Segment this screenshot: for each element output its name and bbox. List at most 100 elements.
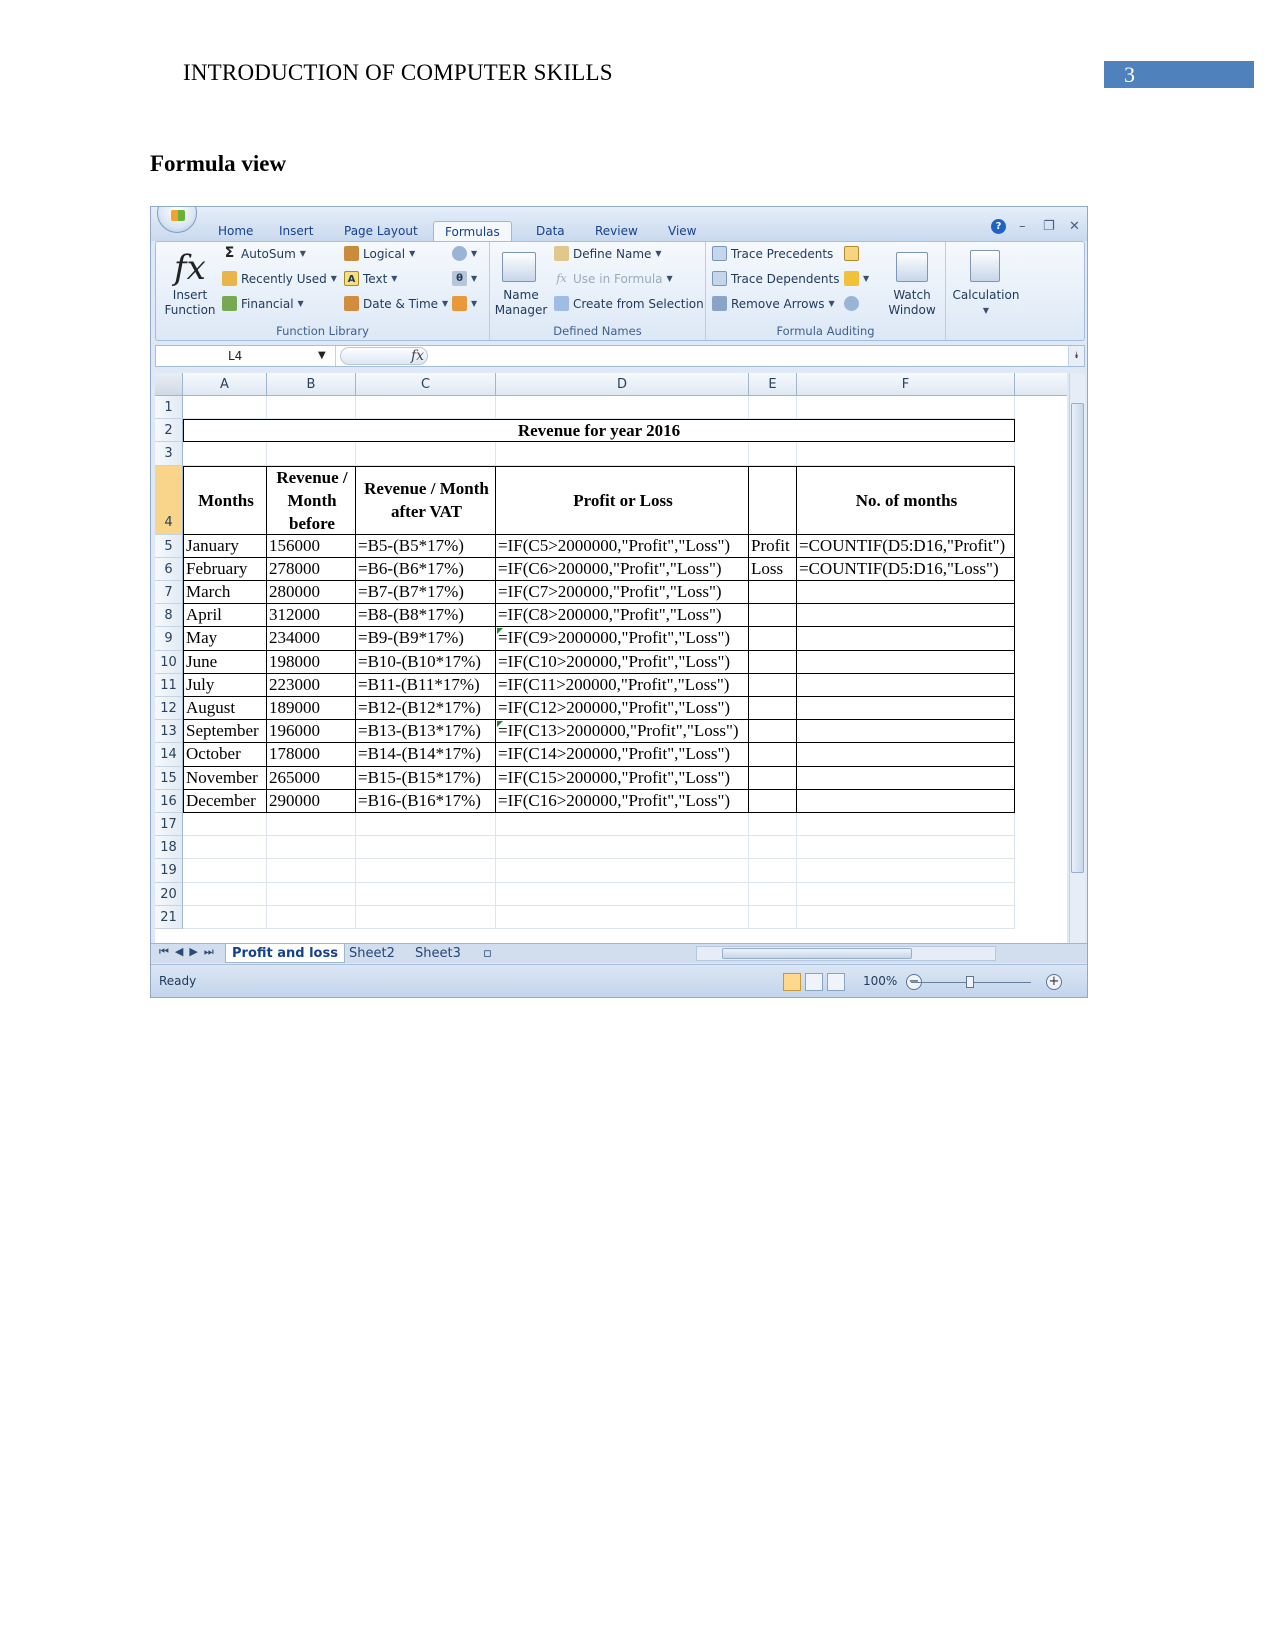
count-cell[interactable] [797,789,1015,813]
cell-b19[interactable] [267,859,356,883]
expand-formula-bar-icon[interactable]: ⯯ [1068,346,1084,366]
cell-e1[interactable] [749,396,797,420]
month-cell[interactable]: December [183,789,267,813]
tab-review[interactable]: Review [584,221,649,241]
row-header-7[interactable]: 7 [155,581,183,605]
after-vat-cell[interactable]: =B15-(B15*17%) [356,766,496,790]
help-icon[interactable]: ? [991,219,1006,234]
result-cell[interactable] [749,673,797,697]
after-vat-cell[interactable]: =B9-(B9*17%) [356,627,496,651]
financial-button[interactable]: Financial ▼ [222,296,304,311]
header-revenue-before[interactable]: Revenue / Month before [267,465,356,535]
sheet-tab-sheet2[interactable]: Sheet2 [343,944,401,963]
cell-f18[interactable] [797,836,1015,860]
zoom-level[interactable]: 100% [863,974,897,988]
cell-b3[interactable] [267,442,356,466]
minimize-icon[interactable]: – [1019,219,1026,234]
revenue-cell[interactable]: 223000 [267,673,356,697]
cell-c1[interactable] [356,396,496,420]
count-cell[interactable] [797,650,1015,674]
tab-view[interactable]: View [657,221,707,241]
profit-loss-cell[interactable]: =IF(C9>2000000,"Profit","Loss") [496,627,749,651]
normal-view-icon[interactable] [783,973,801,991]
cell-d3[interactable] [496,442,749,466]
column-header-c[interactable]: C [356,373,496,396]
cell-e3[interactable] [749,442,797,466]
row-header-8[interactable]: 8 [155,604,183,628]
name-manager-button[interactable]: Name Manager [492,288,550,318]
count-cell[interactable] [797,766,1015,790]
revenue-cell[interactable]: 280000 [267,581,356,605]
cell-f1[interactable] [797,396,1015,420]
tab-home[interactable]: Home [207,221,264,241]
cell-a21[interactable] [183,905,267,929]
remove-arrows-button[interactable]: Remove Arrows ▼ [712,296,835,311]
column-header-f[interactable]: F [797,373,1015,396]
count-cell[interactable]: =COUNTIF(D5:D16,"Profit") [797,534,1015,558]
after-vat-cell[interactable]: =B7-(B7*17%) [356,581,496,605]
header-e[interactable] [749,465,797,535]
cell-b17[interactable] [267,813,356,837]
horizontal-scroll-thumb[interactable] [722,948,912,959]
error-indicator-icon[interactable] [497,628,503,635]
cell-f21[interactable] [797,905,1015,929]
count-cell[interactable]: =COUNTIF(D5:D16,"Loss") [797,557,1015,581]
vertical-scroll-thumb[interactable] [1071,403,1084,873]
cell-d19[interactable] [496,859,749,883]
cell-f3[interactable] [797,442,1015,466]
result-cell[interactable] [749,766,797,790]
worksheet-grid[interactable]: A B C D E F 1 2 3 4 5 6 7 8 9 10 11 12 13 14 15 16 17 18 19 20 21 R… [155,373,1067,943]
cell-e21[interactable] [749,905,797,929]
header-months[interactable]: Months [183,465,267,535]
watch-window-button[interactable]: Watch Window [882,288,942,318]
row-header-18[interactable]: 18 [155,836,183,860]
tab-insert[interactable]: Insert [268,221,324,241]
revenue-cell[interactable]: 312000 [267,604,356,628]
profit-loss-cell[interactable]: =IF(C7>200000,"Profit","Loss") [496,581,749,605]
after-vat-cell[interactable]: =B8-(B8*17%) [356,604,496,628]
vertical-scrollbar[interactable] [1069,373,1085,943]
after-vat-cell[interactable]: =B14-(B14*17%) [356,743,496,767]
profit-loss-cell[interactable]: =IF(C10>200000,"Profit","Loss") [496,650,749,674]
result-cell[interactable] [749,650,797,674]
cell-a19[interactable] [183,859,267,883]
row-header-13[interactable]: 13 [155,720,183,744]
month-cell[interactable]: July [183,673,267,697]
column-header-e[interactable]: E [749,373,797,396]
tab-data[interactable]: Data [525,221,576,241]
cell-a18[interactable] [183,836,267,860]
watch-window-icon[interactable] [896,252,928,282]
cell-b18[interactable] [267,836,356,860]
cell-d21[interactable] [496,905,749,929]
tab-page-layout[interactable]: Page Layout [333,221,429,241]
after-vat-cell[interactable]: =B5-(B5*17%) [356,534,496,558]
trace-dependents-button[interactable]: Trace Dependents [712,271,839,286]
result-cell[interactable] [749,581,797,605]
cell-c20[interactable] [356,882,496,906]
revenue-cell[interactable]: 278000 [267,557,356,581]
revenue-cell[interactable]: 196000 [267,720,356,744]
header-profit-or-loss[interactable]: Profit or Loss [496,465,749,535]
revenue-cell[interactable]: 178000 [267,743,356,767]
revenue-cell[interactable]: 234000 [267,627,356,651]
zoom-in-icon[interactable]: + [1046,974,1062,990]
calculator-icon[interactable] [970,250,1000,282]
trace-precedents-button[interactable]: Trace Precedents [712,246,833,261]
cell-e20[interactable] [749,882,797,906]
cell-e17[interactable] [749,813,797,837]
profit-loss-cell[interactable]: =IF(C8>200000,"Profit","Loss") [496,604,749,628]
cell-c3[interactable] [356,442,496,466]
row-header-16[interactable]: 16 [155,789,183,813]
after-vat-cell[interactable]: =B13-(B13*17%) [356,720,496,744]
row-header-17[interactable]: 17 [155,813,183,837]
insert-function-button[interactable]: Insert Function [160,288,220,318]
cell-d20[interactable] [496,882,749,906]
cell-b21[interactable] [267,905,356,929]
result-cell[interactable] [749,743,797,767]
math-trig-button[interactable]: θ ▼ [452,271,477,286]
page-break-view-icon[interactable] [827,973,845,991]
row-header-14[interactable]: 14 [155,743,183,767]
count-cell[interactable] [797,697,1015,721]
row-header-20[interactable]: 20 [155,882,183,906]
revenue-cell[interactable]: 189000 [267,697,356,721]
